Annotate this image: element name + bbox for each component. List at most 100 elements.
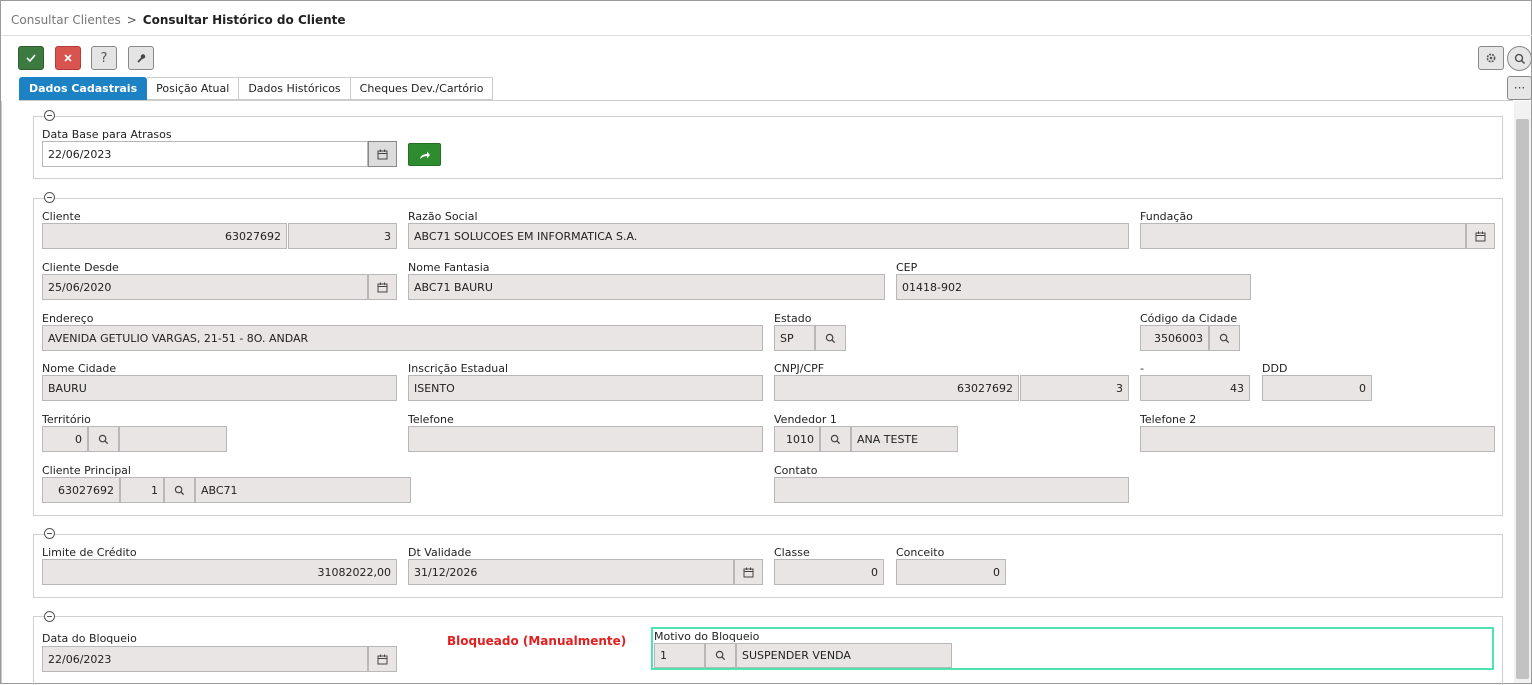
breadcrumb: Consultar Clientes > Consultar Histórico d… xyxy=(11,13,346,27)
calendar-icon xyxy=(377,149,388,159)
inscricao-estadual-field[interactable]: ISENTO xyxy=(408,375,763,401)
page-title: Consultar Histórico do Cliente xyxy=(142,13,346,27)
contato-field[interactable] xyxy=(774,477,1129,503)
breadcrumb-root[interactable]: Consultar Clientes xyxy=(11,13,121,27)
estado-search-button[interactable] xyxy=(815,325,846,351)
dt-validade-field[interactable]: 31/12/2026 xyxy=(408,559,734,585)
search-icon xyxy=(825,333,836,343)
estado-label: Estado xyxy=(774,312,812,325)
cliente-principal-label: Cliente Principal xyxy=(42,464,131,477)
cnpj-field[interactable]: 63027692 xyxy=(774,375,1019,401)
tab-bar: Dados Cadastrais Posição Atual Dados His… xyxy=(19,77,494,100)
collapse-icon[interactable] xyxy=(44,528,55,539)
territorio-field[interactable]: 0 xyxy=(42,426,88,452)
motivo-bloqueio-label: Motivo do Bloqueio xyxy=(654,630,760,643)
more-button[interactable]: ··· xyxy=(1507,76,1532,100)
limite-credito-label: Limite de Crédito xyxy=(42,546,137,559)
fundacao-field[interactable] xyxy=(1140,223,1466,249)
cep-label: CEP xyxy=(896,261,918,274)
fundacao-calendar-button[interactable] xyxy=(1466,223,1495,249)
contato-label: Contato xyxy=(774,464,818,477)
territorio-desc-field[interactable] xyxy=(119,426,227,452)
nome-fantasia-label: Nome Fantasia xyxy=(408,261,490,274)
data-base-calendar-button[interactable] xyxy=(368,141,397,167)
window: Consultar Clientes > Consultar Histórico d… xyxy=(0,0,1532,685)
cnpj-seq-field[interactable]: 3 xyxy=(1020,375,1129,401)
collapse-icon[interactable] xyxy=(44,110,55,121)
motivo-bloqueio-code-field[interactable]: 1 xyxy=(654,643,705,668)
codigo-cidade-search-button[interactable] xyxy=(1209,325,1240,351)
telefone2-field[interactable] xyxy=(1140,426,1495,452)
close-icon xyxy=(64,54,72,62)
data-bloqueio-calendar-button[interactable] xyxy=(368,646,397,672)
telefone-label: Telefone xyxy=(408,413,454,426)
collapse-icon[interactable] xyxy=(44,192,55,203)
vendedor1-name-field[interactable]: ANA TESTE xyxy=(851,426,958,452)
cliente-principal-name-field[interactable]: ABC71 xyxy=(195,477,411,503)
search-icon xyxy=(174,485,185,495)
inscricao-estadual-label: Inscrição Estadual xyxy=(408,362,509,375)
apply-date-button[interactable] xyxy=(408,143,441,166)
cancel-button[interactable] xyxy=(55,46,81,70)
confirm-button[interactable] xyxy=(18,46,44,70)
classe-field[interactable]: 0 xyxy=(774,559,884,585)
cliente-desde-field[interactable]: 25/06/2020 xyxy=(42,274,368,300)
dt-validade-calendar-button[interactable] xyxy=(734,559,763,585)
settings-button[interactable] xyxy=(1478,46,1504,70)
territorio-label: Território xyxy=(42,413,91,426)
nome-fantasia-field[interactable]: ABC71 BAURU xyxy=(408,274,885,300)
cliente-code-field[interactable]: 63027692 xyxy=(42,223,287,249)
cliente-principal-code-field[interactable]: 63027692 xyxy=(42,477,120,503)
search-icon xyxy=(830,434,841,444)
cliente-principal-search-button[interactable] xyxy=(164,477,195,503)
scrollbar-thumb[interactable] xyxy=(1516,119,1529,679)
telefone-field[interactable] xyxy=(408,426,763,452)
wrench-icon xyxy=(137,54,146,63)
tab-dados-historicos[interactable]: Dados Históricos xyxy=(239,77,351,100)
global-search-button[interactable] xyxy=(1507,46,1532,71)
tools-button[interactable] xyxy=(128,46,154,70)
codigo-cidade-field[interactable]: 3506003 xyxy=(1140,325,1209,351)
motivo-bloqueio-search-button[interactable] xyxy=(705,643,736,668)
tab-cheques[interactable]: Cheques Dev./Cartório xyxy=(350,77,494,100)
cliente-principal-seq-field[interactable]: 1 xyxy=(120,477,164,503)
data-base-input[interactable]: 22/06/2023 xyxy=(42,141,368,167)
dash-field[interactable]: 43 xyxy=(1140,375,1250,401)
conceito-field[interactable]: 0 xyxy=(896,559,1006,585)
motivo-bloqueio-desc-field[interactable]: SUSPENDER VENDA xyxy=(736,643,952,668)
ddd-field[interactable]: 0 xyxy=(1262,375,1372,401)
cnpj-label: CNPJ/CPF xyxy=(774,362,825,375)
limite-credito-field[interactable]: 31082022,00 xyxy=(42,559,397,585)
dt-validade-label: Dt Validade xyxy=(408,546,472,559)
vendedor1-search-button[interactable] xyxy=(820,426,851,452)
estado-field[interactable]: SP xyxy=(774,325,815,351)
blocked-status: Bloqueado (Manualmente) xyxy=(447,634,627,648)
header-divider xyxy=(1,35,1532,36)
collapse-icon[interactable] xyxy=(44,611,55,622)
cliente-seq-field[interactable]: 3 xyxy=(288,223,397,249)
nome-cidade-label: Nome Cidade xyxy=(42,362,117,375)
nome-cidade-field[interactable]: BAURU xyxy=(42,375,397,401)
calendar-icon xyxy=(743,567,754,577)
territorio-search-button[interactable] xyxy=(88,426,119,452)
help-button[interactable]: ? xyxy=(91,46,117,70)
data-bloqueio-label: Data do Bloqueio xyxy=(42,632,137,645)
endereco-field[interactable]: AVENIDA GETULIO VARGAS, 21-51 - 8O. ANDA… xyxy=(42,325,763,351)
data-bloqueio-field[interactable]: 22/06/2023 xyxy=(42,646,368,672)
tab-dados-cadastrais[interactable]: Dados Cadastrais xyxy=(19,77,148,100)
telefone2-label: Telefone 2 xyxy=(1140,413,1197,426)
gear-icon xyxy=(1486,53,1496,63)
cliente-label: Cliente xyxy=(42,210,81,223)
vendedor1-code-field[interactable]: 1010 xyxy=(774,426,820,452)
calendar-icon xyxy=(377,654,388,664)
conceito-label: Conceito xyxy=(896,546,945,559)
tab-posicao-atual[interactable]: Posição Atual xyxy=(147,77,240,100)
dash-label: - xyxy=(1140,362,1144,375)
cliente-desde-label: Cliente Desde xyxy=(42,261,119,274)
search-icon xyxy=(1219,333,1230,343)
cep-field[interactable]: 01418-902 xyxy=(896,274,1251,300)
cliente-desde-calendar-button[interactable] xyxy=(368,274,397,300)
arrow-forward-icon xyxy=(419,151,430,159)
razao-social-field[interactable]: ABC71 SOLUCOES EM INFORMATICA S.A. xyxy=(408,223,1129,249)
breadcrumb-separator: > xyxy=(126,13,137,27)
